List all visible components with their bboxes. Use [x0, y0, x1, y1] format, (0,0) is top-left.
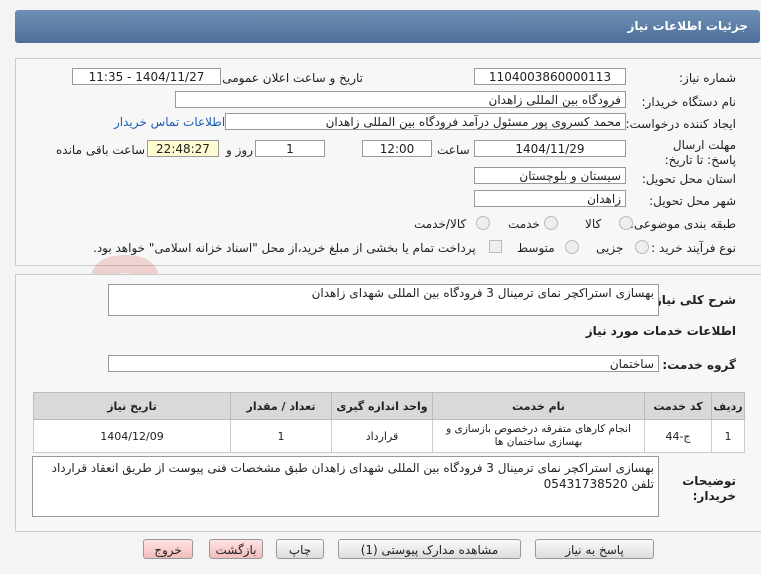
- buyer-notes-field: بهسازی استراکچر نمای ترمینال 3 فرودگاه ب…: [32, 456, 659, 517]
- page: جزئیات اطلاعات نیاز شماره نیاز: 11040038…: [0, 0, 761, 574]
- process-label: نوع فرآیند خرید :: [651, 241, 736, 255]
- buyer-notes-label: توضیحات خریدار:: [682, 474, 736, 503]
- time-label: ساعت: [437, 143, 470, 157]
- creator-field: محمد کسروی پور مسئول درآمد فرودگاه بین ا…: [225, 113, 626, 130]
- need-number-label: شماره نیاز:: [679, 71, 736, 85]
- col-name: نام خدمت: [432, 392, 645, 420]
- col-row: ردیف: [711, 392, 745, 420]
- cell-date: 1404/12/09: [33, 419, 231, 453]
- treasury-checkbox[interactable]: [489, 240, 502, 253]
- buyer-org-label: نام دستگاه خریدار:: [641, 95, 737, 109]
- payment-note: پرداخت تمام یا بخشی از مبلغ خرید،از محل …: [93, 241, 476, 255]
- exit-button[interactable]: خروج: [143, 539, 193, 559]
- summary-label: شرح کلی نیاز:: [650, 293, 736, 307]
- days-field: 1: [255, 140, 325, 157]
- page-title: جزئیات اطلاعات نیاز: [627, 19, 748, 33]
- col-qty: تعداد / مقدار: [230, 392, 332, 420]
- announce-label: تاریخ و ساعت اعلان عمومی:: [218, 71, 363, 85]
- category-goods-label: کالا: [585, 217, 602, 231]
- buyer-org-field: فرودگاه بین المللی زاهدان: [175, 91, 626, 108]
- announce-field: 1404/11/27 - 11:35: [72, 68, 221, 85]
- creator-label: ایجاد کننده درخواست:: [625, 117, 736, 131]
- remaining-label: ساعت باقی مانده: [56, 143, 146, 157]
- page-header: جزئیات اطلاعات نیاز: [15, 10, 760, 43]
- remaining-time-field: 22:48:27: [147, 140, 219, 157]
- view-attachments-button[interactable]: مشاهده مدارک پیوستی (1): [338, 539, 521, 559]
- col-date: تاریخ نیاز: [33, 392, 231, 420]
- city-label: شهر محل تحویل:: [649, 194, 736, 208]
- cell-unit: قرارداد: [331, 419, 433, 453]
- back-button[interactable]: بازگشت: [209, 539, 263, 559]
- deadline-time-field: 12:00: [362, 140, 432, 157]
- category-label: طبقه بندی موضوعی:: [629, 217, 736, 231]
- service-group-label: گروه خدمت:: [662, 358, 736, 372]
- cell-row: 1: [711, 419, 745, 453]
- contact-info-link[interactable]: اطلاعات تماس خریدار: [114, 115, 225, 129]
- cell-code: ج-44: [644, 419, 712, 453]
- deadline-label: مهلت ارسال پاسخ: تا تاریخ:: [664, 138, 736, 167]
- city-field: زاهدان: [474, 190, 626, 207]
- print-button[interactable]: چاپ: [276, 539, 324, 559]
- deadline-date-field: 1404/11/29: [474, 140, 626, 157]
- cell-name: انجام کارهای متفرقه درخصوص بازسازی و بهس…: [432, 419, 645, 453]
- category-service-radio[interactable]: [544, 216, 558, 230]
- col-unit: واحد اندازه گیری: [331, 392, 433, 420]
- province-label: استان محل تحویل:: [641, 172, 736, 186]
- category-goods-radio[interactable]: [619, 216, 633, 230]
- table-row: 1 ج-44 انجام کارهای متفرقه درخصوص بازساز…: [33, 419, 745, 453]
- process-minor-label: جزیی: [596, 241, 624, 255]
- province-field: سیستان و بلوچستان: [474, 167, 626, 184]
- summary-field: بهسازی استراکچر نمای ترمینال 3 فرودگاه ب…: [108, 284, 659, 316]
- process-minor-radio[interactable]: [635, 240, 649, 254]
- process-medium-label: متوسط: [517, 241, 555, 255]
- category-service-label: خدمت: [508, 217, 540, 231]
- cell-qty: 1: [230, 419, 332, 453]
- service-group-field: ساختمان: [108, 355, 659, 372]
- services-title: اطلاعات خدمات مورد نیاز: [585, 324, 736, 338]
- category-both-label: کالا/خدمت: [414, 217, 467, 231]
- services-table: ردیف کد خدمت نام خدمت واحد اندازه گیری ت…: [33, 392, 745, 453]
- days-label: روز و: [226, 143, 253, 157]
- table-header-row: ردیف کد خدمت نام خدمت واحد اندازه گیری ت…: [33, 392, 745, 420]
- category-both-radio[interactable]: [476, 216, 490, 230]
- reply-button[interactable]: پاسخ به نیاز: [535, 539, 654, 559]
- need-number-field: 1104003860000113: [474, 68, 626, 85]
- col-code: کد خدمت: [644, 392, 712, 420]
- process-medium-radio[interactable]: [565, 240, 579, 254]
